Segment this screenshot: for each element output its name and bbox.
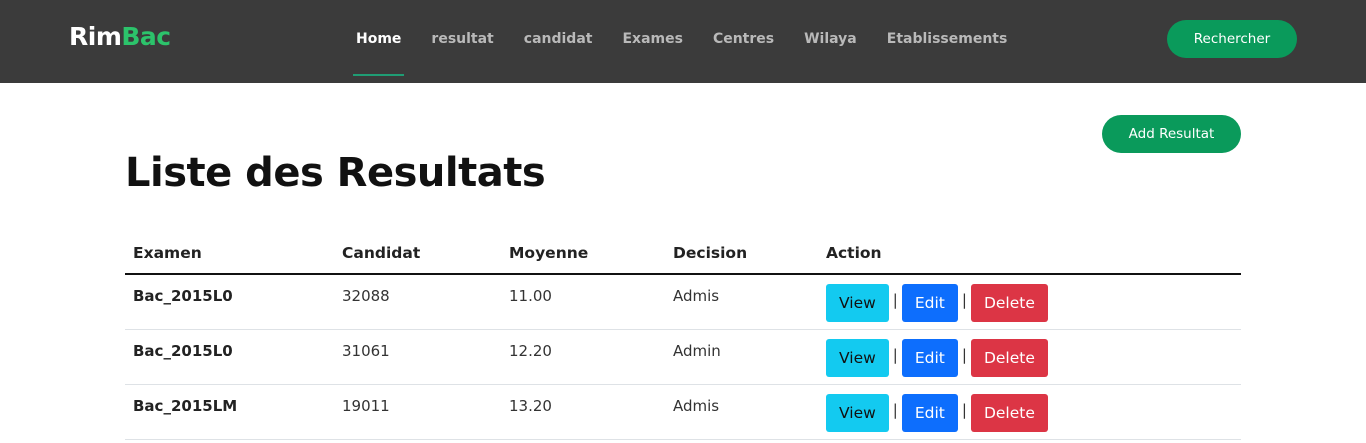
action-separator: | (961, 400, 967, 419)
table-header-row: Examen Candidat Moyenne Decision Action (125, 232, 1241, 275)
cell-moyenne: 13.20 (501, 384, 665, 440)
cell-examen: Bac_2015LM (125, 384, 334, 440)
column-header-decision: Decision (665, 232, 818, 275)
cell-candidat: 32088 (334, 274, 501, 330)
delete-button[interactable]: Delete (970, 338, 1048, 377)
view-button[interactable]: View (826, 338, 889, 377)
cell-candidat: 31061 (334, 329, 501, 385)
action-separator: | (961, 345, 967, 364)
edit-button[interactable]: Edit (901, 284, 958, 322)
delete-button[interactable]: Delete (970, 393, 1048, 432)
nav-item-home[interactable]: Home (341, 0, 416, 83)
column-header-candidat: Candidat (334, 232, 501, 275)
cell-examen: Bac_2015L0 (125, 329, 334, 385)
cell-actions: View | Edit | Delete (818, 274, 1241, 330)
brand-logo-part1: Rim (69, 22, 122, 51)
table-row: Bac_2015LM 19011 13.20 Admis View | Edit | D… (125, 384, 1241, 440)
main-nav: Home resultat candidat Exames Centres Wi… (341, 0, 1022, 83)
edit-button[interactable]: Edit (901, 338, 958, 377)
cell-moyenne: 12.20 (501, 329, 665, 385)
view-button[interactable]: View (826, 393, 889, 432)
column-header-moyenne: Moyenne (501, 232, 665, 275)
top-navbar: RimBac Home resultat candidat Exames Cen… (0, 0, 1366, 83)
add-resultat-button[interactable]: Add Resultat (1102, 115, 1241, 153)
rechercher-button[interactable]: Rechercher (1167, 20, 1297, 58)
action-separator: | (892, 345, 898, 364)
page-title: Liste des Resultats (125, 150, 546, 196)
cell-decision: Admis (665, 274, 818, 330)
nav-item-resultat[interactable]: resultat (416, 0, 508, 83)
brand-logo-part2: Bac (121, 22, 171, 51)
nav-item-exames[interactable]: Exames (607, 0, 697, 83)
nav-item-centres[interactable]: Centres (698, 0, 789, 83)
nav-item-candidat[interactable]: candidat (509, 0, 608, 83)
cell-decision: Admin (665, 329, 818, 385)
brand-logo[interactable]: RimBac (69, 22, 171, 51)
cell-moyenne: 11.00 (501, 274, 665, 330)
table-row: Bac_2015L0 32088 11.00 Admis View | Edit | D… (125, 274, 1241, 330)
results-table: Examen Candidat Moyenne Decision Action … (125, 232, 1241, 440)
column-header-action: Action (818, 232, 1241, 275)
edit-button[interactable]: Edit (901, 393, 958, 432)
table-row: Bac_2015L0 31061 12.20 Admin View | Edit | D… (125, 329, 1241, 385)
action-separator: | (892, 291, 898, 309)
nav-item-etablissements[interactable]: Etablissements (872, 0, 1023, 83)
cell-examen: Bac_2015L0 (125, 274, 334, 330)
nav-item-wilaya[interactable]: Wilaya (789, 0, 872, 83)
cell-actions: View | Edit | Delete (818, 384, 1241, 440)
delete-button[interactable]: Delete (970, 284, 1048, 322)
cell-decision: Admis (665, 384, 818, 440)
cell-actions: View | Edit | Delete (818, 329, 1241, 385)
column-header-examen: Examen (125, 232, 334, 275)
view-button[interactable]: View (826, 284, 889, 322)
cell-candidat: 19011 (334, 384, 501, 440)
action-separator: | (892, 400, 898, 419)
action-separator: | (961, 291, 967, 309)
